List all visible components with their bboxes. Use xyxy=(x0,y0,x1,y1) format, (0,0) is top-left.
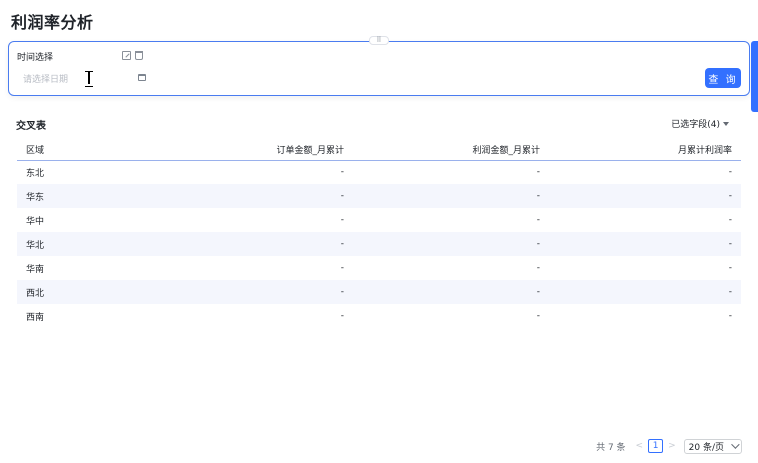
page-number-current[interactable]: 1 xyxy=(648,439,664,453)
page-size-label: 20 条/页 xyxy=(688,442,724,453)
cell-profit-amount: - xyxy=(353,184,549,208)
date-input[interactable]: 请选择日期 xyxy=(17,68,146,88)
cell-profit-rate: - xyxy=(549,184,741,208)
query-button[interactable]: 查 询 xyxy=(705,68,741,88)
cell-region: 华北 xyxy=(17,232,157,256)
pagination-total: 共 7 条 xyxy=(596,442,626,453)
cell-region: 华中 xyxy=(26,216,45,227)
table-panel: 交叉表 已选字段(4) 区域 订单金额_月累计 利润金额_月累计 月累计利润率 … xyxy=(8,104,750,463)
table-row: 华中 - - - xyxy=(17,208,741,232)
table-row: 华南 - - - xyxy=(17,256,741,280)
edit-icon[interactable] xyxy=(122,51,131,60)
table-row: 华北 - - - xyxy=(17,232,741,256)
cell-region: 西南 xyxy=(26,312,45,323)
cell-profit-amount: - xyxy=(353,232,549,256)
cell-order-amount: - xyxy=(157,184,353,208)
cross-table: 区域 订单金额_月累计 利润金额_月累计 月累计利润率 东北 - - - 华东 … xyxy=(17,140,741,328)
table-row: 西南 - - - xyxy=(17,304,741,328)
table-row: 西北 - - - xyxy=(17,280,741,304)
cell-order-amount: - xyxy=(157,232,353,256)
text-cursor-icon xyxy=(85,71,93,87)
page-title: 利润率分析 xyxy=(11,13,94,32)
chevron-down-icon xyxy=(723,121,729,126)
cell-profit-rate: - xyxy=(549,232,741,256)
cell-order-amount: - xyxy=(340,167,344,178)
cell-region: 华东 xyxy=(17,184,157,208)
prev-page-icon[interactable]: < xyxy=(636,441,644,451)
cell-profit-rate: - xyxy=(728,167,732,178)
cell-order-amount: - xyxy=(340,263,344,273)
cell-region: 西北 xyxy=(17,280,157,304)
drag-handle-icon[interactable]: ⠿ xyxy=(369,36,389,45)
column-header-order-amount[interactable]: 订单金额_月累计 xyxy=(157,140,353,161)
cell-region: 东北 xyxy=(26,168,45,179)
cell-profit-rate: - xyxy=(728,311,732,321)
chevron-down-icon xyxy=(731,440,740,449)
cell-profit-amount: - xyxy=(536,311,540,321)
table-row: 东北 - - - xyxy=(17,160,741,184)
cell-profit-amount: - xyxy=(536,167,540,178)
cell-profit-amount: - xyxy=(536,215,540,225)
table-title: 交叉表 xyxy=(16,121,46,132)
cell-order-amount: - xyxy=(340,311,344,321)
cell-profit-rate: - xyxy=(549,280,741,304)
field-selector[interactable]: 已选字段(4) xyxy=(671,117,729,130)
cell-order-amount: - xyxy=(340,215,344,225)
field-selector-label: 已选字段(4) xyxy=(671,120,720,130)
table-row: 华东 - - - xyxy=(17,184,741,208)
cell-order-amount: - xyxy=(157,280,353,304)
date-placeholder: 请选择日期 xyxy=(23,74,69,85)
cell-profit-amount: - xyxy=(536,263,540,273)
filter-card: 时间选择 请选择日期 查 询 xyxy=(8,41,750,96)
pagination: 共 7 条 < 1 > 20 条/页 xyxy=(596,438,742,454)
side-panel-tab[interactable] xyxy=(751,41,758,112)
cell-profit-amount: - xyxy=(353,280,549,304)
cell-profit-rate: - xyxy=(728,215,732,225)
column-header-region[interactable]: 区域 xyxy=(17,140,157,161)
cell-profit-rate: - xyxy=(728,263,732,273)
column-header-profit-rate[interactable]: 月累计利润率 xyxy=(549,140,741,161)
calendar-icon[interactable] xyxy=(138,74,146,81)
cell-region: 华南 xyxy=(26,264,45,275)
column-header-profit-amount[interactable]: 利润金额_月累计 xyxy=(353,140,549,161)
next-page-icon[interactable]: > xyxy=(668,441,676,451)
filter-label: 时间选择 xyxy=(17,53,54,63)
page-size-select[interactable]: 20 条/页 xyxy=(683,438,742,454)
trash-icon[interactable] xyxy=(135,51,143,60)
table-header-row: 区域 订单金额_月累计 利润金额_月累计 月累计利润率 xyxy=(17,140,741,161)
